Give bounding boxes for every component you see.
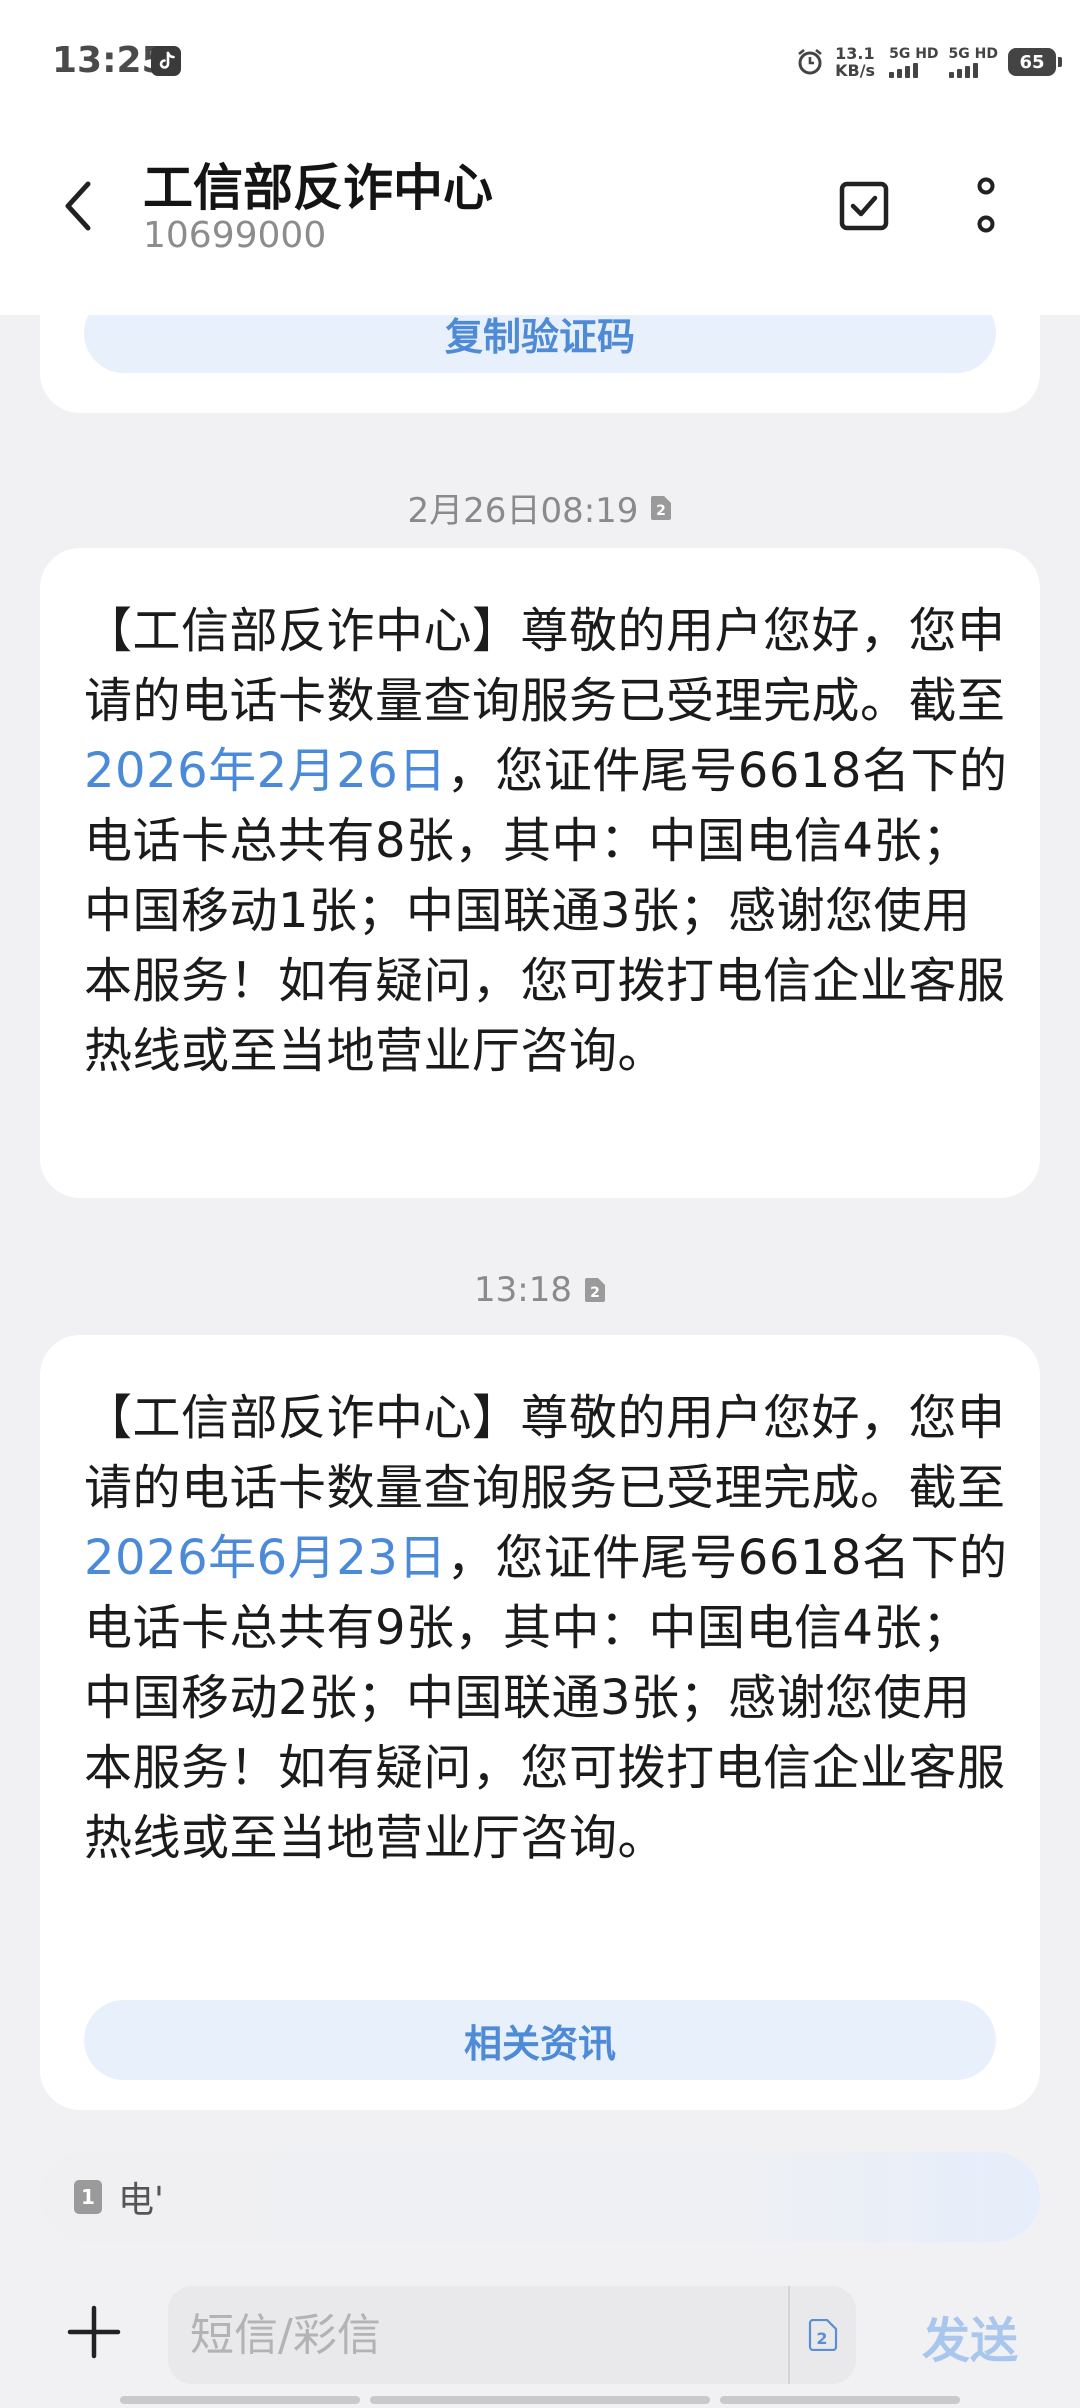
top-area: 13:25 13.1 KB/s 5G HD 5G HD 65 工信部反诈中心 1… — [0, 0, 1080, 315]
message-input[interactable] — [168, 2286, 788, 2384]
message-text: 【工信部反诈中心】尊敬的用户您好，您申请的电话卡数量查询服务已受理完成。截至20… — [84, 603, 1008, 1079]
signal-icon — [948, 62, 978, 78]
signal-icon — [889, 62, 919, 78]
copy-code-button[interactable]: 复制验证码 — [84, 315, 996, 373]
message-bubble: 【工信部反诈中心】尊敬的用户您好，您申请的电话卡数量查询服务已受理完成。截至20… — [40, 1335, 1040, 2110]
sim2-signal: 5G HD — [948, 46, 998, 78]
svg-text:2: 2 — [590, 1285, 600, 1301]
tiktok-icon — [151, 46, 181, 76]
nav-handle — [370, 2396, 710, 2404]
date-link[interactable]: 2026年2月26日 — [84, 743, 447, 799]
message-timestamp: 2月26日08:19 2 — [0, 483, 1080, 532]
date-link[interactable]: 2026年6月23日 — [84, 1530, 447, 1586]
sim-card-icon: 2 — [808, 2319, 838, 2351]
svg-text:2: 2 — [657, 503, 667, 519]
sim-select-button[interactable]: 2 — [790, 2286, 856, 2384]
message-thread[interactable]: 复制验证码 2月26日08:19 2 【工信部反诈中心】尊敬的用户您好，您申请的… — [0, 315, 1080, 2130]
compose-field: 2 — [168, 2286, 856, 2384]
select-icon[interactable] — [838, 180, 890, 232]
compose-bar: 2 发送 — [0, 2270, 1080, 2408]
sim-card-icon: 2 — [651, 495, 672, 520]
alarm-icon — [798, 48, 822, 75]
sim1-signal: 5G HD — [889, 46, 939, 78]
sim-card-icon: 2 — [584, 1278, 605, 1302]
status-time: 13:25 — [52, 40, 167, 81]
message-bubble: 【工信部反诈中心】尊敬的用户您好，您申请的电话卡数量查询服务已受理完成。截至20… — [40, 548, 1040, 1198]
contact-number: 10699000 — [143, 215, 327, 256]
message-timestamp: 13:18 2 — [0, 1270, 1080, 1310]
svg-text:2: 2 — [816, 2329, 827, 2348]
nav-handle — [120, 2396, 360, 2404]
battery-level: 65 — [1019, 51, 1045, 73]
message-bubble: 复制验证码 — [40, 315, 1040, 413]
message-text: 【工信部反诈中心】尊敬的用户您好，您申请的电话卡数量查询服务已受理完成。截至20… — [84, 1390, 1008, 1866]
quick-reply-suggestion[interactable]: 1 电' — [40, 2152, 1040, 2242]
nav-handle — [720, 2396, 960, 2404]
plus-icon[interactable] — [66, 2304, 122, 2360]
contact-name: 工信部反诈中心 — [143, 159, 493, 217]
send-button[interactable]: 发送 — [900, 2300, 1040, 2372]
back-icon[interactable] — [58, 178, 98, 234]
network-speed: 13.1 KB/s — [835, 44, 876, 80]
suggestion-text: 电' — [118, 2180, 164, 2221]
battery-icon: 65 — [1008, 48, 1062, 76]
status-icons: 13.1 KB/s 5G HD 5G HD 65 — [795, 38, 1062, 86]
sim-card-icon: 1 — [74, 2180, 102, 2214]
related-news-button[interactable]: 相关资讯 — [84, 2000, 996, 2080]
more-icon[interactable] — [968, 176, 1004, 236]
